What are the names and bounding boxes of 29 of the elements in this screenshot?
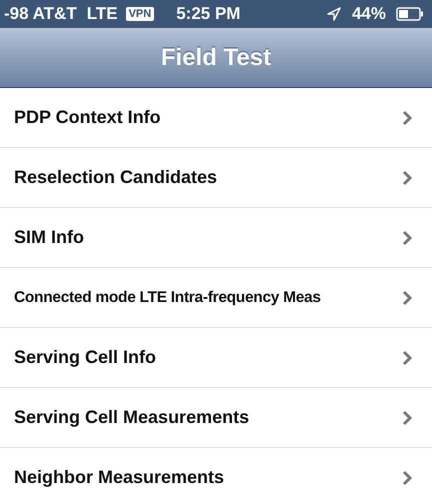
menu-item[interactable]: PDP Context Info [0, 88, 432, 148]
battery-icon [396, 7, 424, 21]
chevron-icon [402, 170, 412, 186]
menu-item[interactable]: SIM Info [0, 208, 432, 268]
item-label: Serving Cell Info [14, 347, 158, 368]
screen-title: Field Test [160, 44, 272, 72]
network-type: LTE [86, 4, 118, 24]
item-label: PDP Context Info [14, 107, 162, 128]
item-label: Serving Cell Measurements [14, 407, 250, 428]
chevron-icon [402, 410, 412, 426]
menu-item[interactable]: Neighbor Measurements [0, 448, 432, 500]
chevron-icon [402, 470, 412, 486]
item-label: Reselection Candidates [14, 167, 218, 188]
chevron-icon [402, 290, 412, 306]
chevron-icon [402, 230, 412, 246]
menu-item[interactable]: Connected mode LTE Intra-frequency Meas [0, 268, 432, 328]
item-label: Neighbor Measurements [14, 467, 226, 488]
location-arrow-icon [326, 6, 342, 22]
battery-percent: 44% [352, 4, 386, 24]
carrier-signal: -98 AT&T [4, 4, 77, 24]
menu-item[interactable]: Serving Cell Info [0, 328, 432, 388]
chevron-icon [402, 350, 412, 366]
menu-item[interactable]: Reselection Candidates [0, 148, 432, 208]
menu-item[interactable]: Serving Cell Measurements [0, 388, 432, 448]
clock-time: 5:25 PM [176, 4, 240, 24]
chevron-icon [402, 110, 412, 126]
vpn-badge: VPN [126, 7, 154, 21]
item-label: Connected mode LTE Intra-frequency Meas [14, 288, 322, 306]
item-label: SIM Info [14, 227, 85, 248]
